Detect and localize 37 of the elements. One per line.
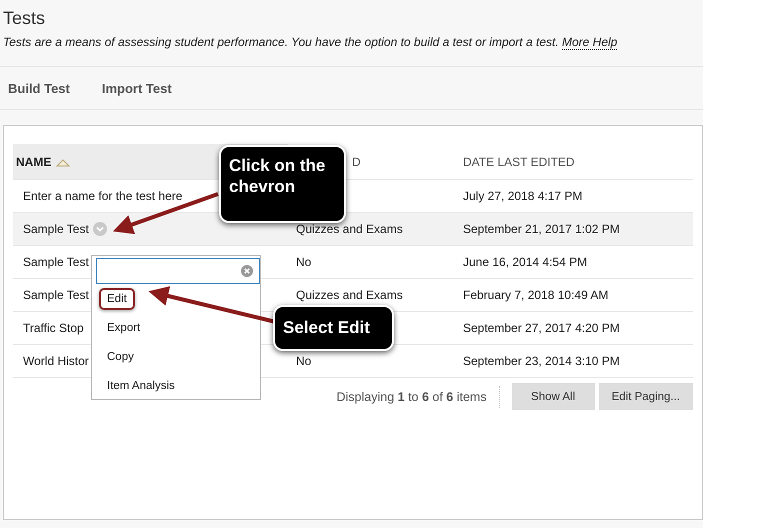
paging-text: Displaying 1 to 6 of 6 items (336, 390, 487, 404)
clear-icon[interactable] (241, 265, 253, 277)
more-help-link[interactable]: More Help (562, 35, 618, 50)
column-header[interactable]: D (352, 154, 361, 168)
date-cell: February 7, 2018 10:49 AM (463, 288, 608, 302)
table-cell: No (296, 354, 312, 368)
paging-button[interactable]: Edit Paging... (598, 383, 693, 410)
menu-item[interactable]: Copy (99, 346, 142, 368)
test-name[interactable]: World Histor (23, 354, 89, 368)
table-cell: Quizzes and Exams (296, 288, 403, 302)
page-title: Tests (3, 8, 46, 29)
date-cell: September 21, 2017 1:02 PM (463, 222, 620, 236)
menu-search-field[interactable] (96, 258, 260, 284)
date-cell: June 16, 2014 4:54 PM (463, 255, 588, 269)
callout-tooltip: Click on the chevron (219, 145, 346, 223)
callout-tooltip: Select Edit (273, 305, 394, 351)
menu-item[interactable]: Item Analysis (99, 374, 183, 396)
menu-item[interactable]: Edit (99, 288, 135, 310)
paging-button[interactable]: Show All (512, 383, 595, 410)
page-description: Tests are a means of assessing student performance. You have the option to build a test or import a test. (3, 35, 559, 49)
chevron-button-icon[interactable] (92, 222, 107, 236)
test-name[interactable]: Sample Test (23, 288, 89, 302)
date-cell: September 27, 2017 4:20 PM (463, 321, 620, 335)
menu-item[interactable]: Export (99, 316, 148, 338)
sort-icon[interactable] (56, 158, 70, 166)
test-name[interactable]: Traffic Stop (23, 321, 84, 335)
table-cell: No (296, 255, 312, 269)
date-cell: September 23, 2014 3:10 PM (463, 354, 620, 368)
action-link[interactable]: Build Test (8, 80, 70, 96)
test-name[interactable]: Sample Test (23, 222, 89, 236)
action-link[interactable]: Import Test (102, 80, 172, 96)
table-cell: Quizzes and Exams (296, 222, 403, 236)
test-name[interactable]: Sample Test (23, 255, 89, 269)
column-header[interactable]: DATE LAST EDITED (463, 154, 575, 168)
column-header[interactable]: NAME (16, 154, 52, 168)
date-cell: July 27, 2018 4:17 PM (463, 189, 582, 203)
test-name[interactable]: Enter a name for the test here (23, 189, 182, 203)
